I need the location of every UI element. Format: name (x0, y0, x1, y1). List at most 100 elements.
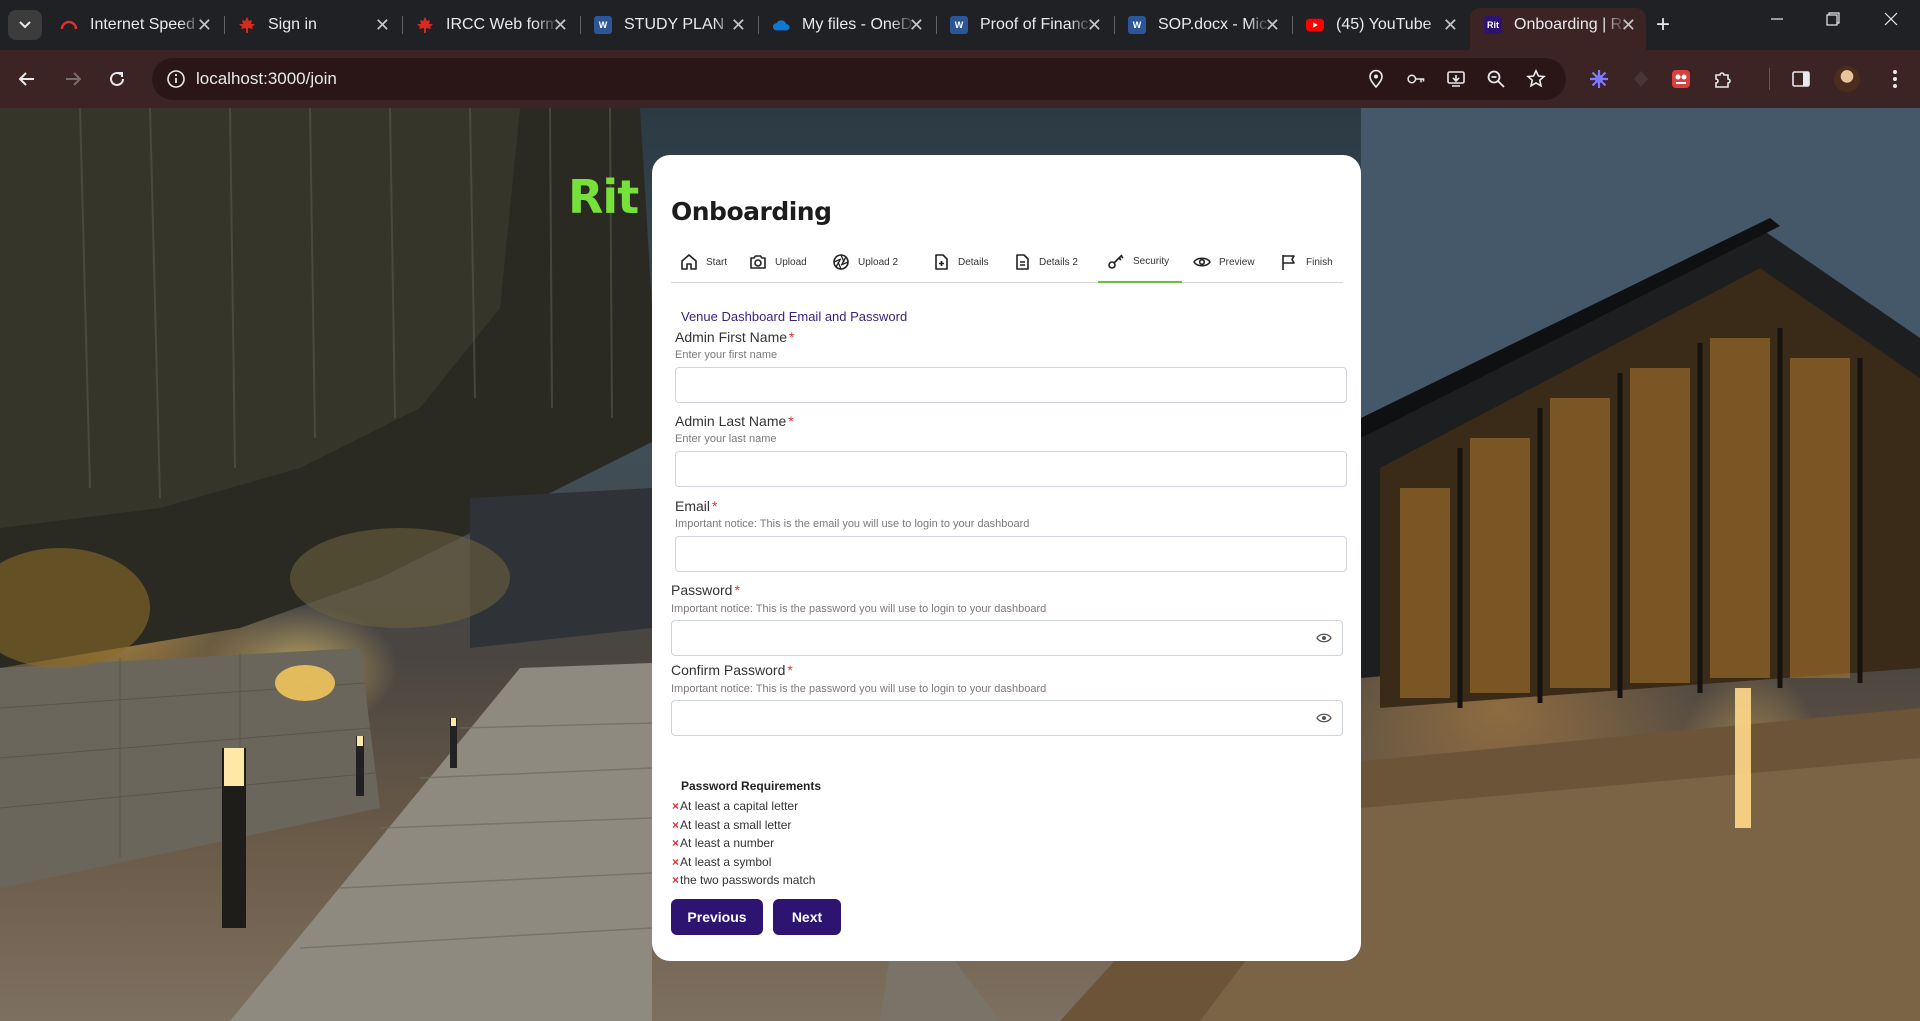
browser-tab[interactable]: Internet Speed Test ✕ (46, 8, 222, 42)
browser-tab[interactable]: W STUDY PLAN ✕ (580, 8, 756, 42)
fail-x-icon: × (672, 836, 680, 850)
show-password-eye-icon[interactable] (1316, 712, 1332, 724)
step-label: Details 2 (1039, 256, 1078, 268)
requirement-text: the two passwords match (680, 873, 816, 887)
extension-grayscale-icon[interactable] (1626, 64, 1656, 94)
browser-tab[interactable]: W Proof of Finance ✕ (936, 8, 1112, 42)
close-icon[interactable]: ✕ (1087, 15, 1102, 36)
word-icon: W (1128, 16, 1146, 34)
step-details[interactable]: Details (923, 241, 998, 283)
zoom-out-icon[interactable] (1486, 69, 1506, 89)
fail-x-icon: × (672, 799, 680, 813)
side-panel-button[interactable] (1786, 64, 1816, 94)
page-viewport: Rit Onboarding Start Upload Upload 2 Det… (0, 108, 1920, 1021)
requirement-text: At least a number (680, 836, 775, 850)
browser-tab[interactable]: My files - OneDrive ✕ (758, 8, 934, 42)
step-security[interactable]: Security (1098, 241, 1182, 283)
close-icon[interactable]: ✕ (1621, 15, 1636, 36)
onboarding-stepper: Start Upload Upload 2 Details Details 2 … (671, 241, 1343, 283)
close-window-button[interactable] (1884, 12, 1898, 31)
email-input[interactable] (675, 536, 1347, 572)
show-password-eye-icon[interactable] (1316, 632, 1332, 644)
maple-leaf-icon (238, 16, 256, 34)
next-button[interactable]: Next (773, 899, 841, 935)
requirement-text: At least a symbol (680, 855, 772, 869)
browser-menu-button[interactable] (1880, 64, 1910, 94)
email-hint: Important notice: This is the email you … (675, 518, 1030, 530)
previous-button[interactable]: Previous (671, 899, 763, 935)
tab-title: Sign in (268, 16, 317, 33)
required-marker: * (734, 582, 740, 598)
browser-tab[interactable]: Sign in ✕ (224, 8, 400, 42)
aperture-icon (833, 254, 849, 270)
tab-title: IRCC Web form (446, 16, 558, 33)
fail-x-icon: × (672, 818, 680, 832)
browser-tab[interactable]: W SOP.docx - Microsoft Word ✕ (1114, 8, 1290, 42)
rit-logo: Rit (568, 170, 639, 224)
maple-leaf-icon (416, 16, 434, 34)
step-label: Start (706, 256, 728, 268)
tab-search-button[interactable] (8, 10, 42, 40)
flag-icon (1282, 255, 1295, 270)
minimize-button[interactable] (1770, 12, 1784, 31)
browser-tab[interactable]: (45) YouTube ✕ (1292, 8, 1468, 42)
location-pin-icon[interactable] (1366, 69, 1386, 89)
step-upload-2[interactable]: Upload 2 (823, 241, 907, 283)
password-label: Password * (671, 582, 740, 598)
step-start[interactable]: Start (671, 241, 736, 283)
step-upload[interactable]: Upload (740, 241, 816, 283)
rit-icon: Rit (1484, 16, 1502, 34)
tab-title: Internet Speed Test (90, 16, 202, 33)
step-finish[interactable]: Finish (1271, 241, 1342, 283)
step-preview[interactable]: Preview (1184, 241, 1264, 283)
back-button[interactable] (12, 64, 42, 94)
close-icon[interactable]: ✕ (1443, 15, 1458, 36)
email-label: Email * (675, 498, 717, 514)
fail-x-icon: × (672, 855, 680, 869)
side-panel-icon (1792, 71, 1810, 87)
onedrive-icon (772, 16, 790, 34)
last-name-input[interactable] (675, 451, 1347, 487)
tab-title: Onboarding | Rit (1514, 16, 1626, 33)
extension-red-icon[interactable] (1666, 64, 1696, 94)
onboarding-card: Onboarding Start Upload Upload 2 Details… (652, 155, 1361, 961)
url-text[interactable]: localhost:3000/join (196, 69, 337, 89)
tab-title: SOP.docx - Microsoft Word (1158, 16, 1270, 33)
key-icon[interactable] (1406, 69, 1426, 89)
last-name-label: Admin Last Name * (675, 413, 794, 429)
close-icon[interactable]: ✕ (197, 15, 212, 36)
close-icon[interactable]: ✕ (553, 15, 568, 36)
confirm-password-label: Confirm Password * (671, 662, 793, 678)
close-icon[interactable]: ✕ (1265, 15, 1280, 36)
close-icon[interactable]: ✕ (909, 15, 924, 36)
close-icon[interactable]: ✕ (375, 15, 390, 36)
bookmark-star-icon[interactable] (1526, 69, 1546, 89)
site-info-icon[interactable] (166, 69, 186, 89)
arrow-right-icon (66, 72, 82, 86)
first-name-input[interactable] (675, 367, 1347, 403)
restore-button[interactable] (1826, 12, 1840, 31)
install-app-icon[interactable] (1446, 69, 1466, 89)
fail-x-icon: × (672, 873, 680, 887)
extensions-puzzle-icon[interactable] (1708, 64, 1738, 94)
close-icon[interactable]: ✕ (731, 15, 746, 36)
reload-icon (110, 71, 124, 86)
reload-button[interactable] (102, 64, 132, 94)
required-marker: * (788, 413, 794, 429)
browser-tab-active[interactable]: Rit Onboarding | Rit ✕ (1470, 8, 1646, 50)
step-details-2[interactable]: Details 2 (1004, 241, 1087, 283)
browser-toolbar: localhost:3000/join (0, 50, 1920, 108)
forward-button[interactable] (58, 64, 88, 94)
extension-perplexity-icon[interactable] (1584, 64, 1614, 94)
address-bar[interactable]: localhost:3000/join (152, 58, 1566, 100)
eye-icon (1193, 257, 1211, 267)
last-name-hint: Enter your last name (675, 433, 777, 445)
profile-avatar[interactable] (1834, 66, 1860, 92)
browser-tab[interactable]: IRCC Web form ✕ (402, 8, 578, 42)
new-tab-button[interactable]: + (1648, 10, 1678, 40)
requirement-item: × At least a symbol (672, 855, 771, 869)
step-label: Upload (775, 256, 807, 268)
confirm-password-input[interactable] (671, 700, 1343, 736)
tab-title: STUDY PLAN (624, 16, 725, 33)
password-input[interactable] (671, 620, 1343, 656)
